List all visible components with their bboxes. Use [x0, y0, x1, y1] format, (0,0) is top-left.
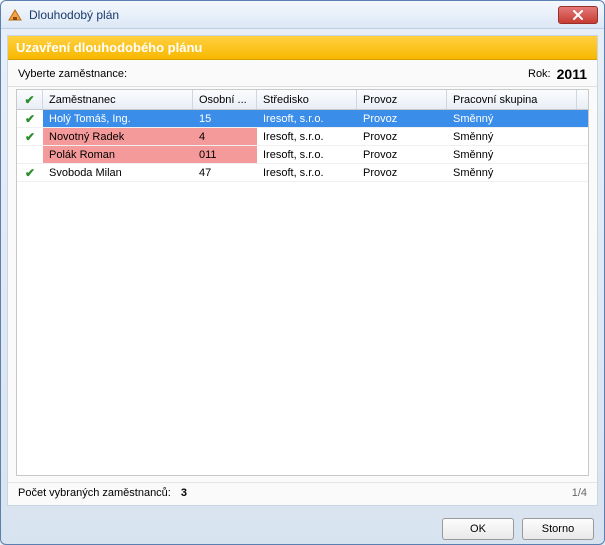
- ok-button[interactable]: OK: [442, 518, 514, 540]
- row-checkbox[interactable]: ✔: [17, 164, 43, 181]
- col-check[interactable]: ✔: [17, 90, 43, 109]
- cell-operation: Provoz: [357, 110, 447, 127]
- cell-operation: Provoz: [357, 164, 447, 181]
- cell-center: Iresoft, s.r.o.: [257, 110, 357, 127]
- cell-center: Iresoft, s.r.o.: [257, 128, 357, 145]
- close-icon: [573, 10, 583, 20]
- select-label: Vyberte zaměstnance:: [18, 68, 528, 80]
- employee-grid: ✔ Zaměstnanec Osobní ... Středisko Provo…: [16, 89, 589, 476]
- button-bar: OK Storno: [1, 512, 604, 544]
- cell-name: Novotný Radek: [43, 128, 193, 145]
- col-pers[interactable]: Osobní ...: [193, 90, 257, 109]
- row-checkbox[interactable]: [17, 146, 43, 163]
- cell-workgroup: Směnný: [447, 110, 577, 127]
- row-checkbox[interactable]: ✔: [17, 110, 43, 127]
- check-icon: ✔: [25, 110, 35, 127]
- year-value: 2011: [557, 66, 587, 82]
- cell-workgroup: Směnný: [447, 164, 577, 181]
- cell-personal-number: 4: [193, 128, 257, 145]
- dialog-window: Dlouhodobý plán Uzavření dlouhodobého pl…: [0, 0, 605, 545]
- table-row[interactable]: ✔ Novotný Radek4Iresoft, s.r.o.ProvozSměn…: [17, 128, 588, 146]
- row-checkbox[interactable]: ✔: [17, 128, 43, 145]
- cell-workgroup: Směnný: [447, 128, 577, 145]
- selected-count-label: Počet vybraných zaměstnanců:: [18, 487, 171, 499]
- col-name[interactable]: Zaměstnanec: [43, 90, 193, 109]
- grid-body[interactable]: ✔Holý Tomáš, Ing.15Iresoft, s.r.o.Provoz…: [17, 110, 588, 475]
- titlebar[interactable]: Dlouhodobý plán: [1, 1, 604, 29]
- select-row: Vyberte zaměstnance: Rok: 2011: [8, 60, 597, 87]
- cell-operation: Provoz: [357, 128, 447, 145]
- year-label: Rok:: [528, 68, 551, 80]
- check-icon: ✔: [25, 164, 35, 181]
- check-icon: ✔: [25, 128, 35, 145]
- cell-workgroup: Směnný: [447, 146, 577, 163]
- table-row[interactable]: Polák Roman011Iresoft, s.r.o.ProvozSměnn…: [17, 146, 588, 164]
- cell-personal-number: 15: [193, 110, 257, 127]
- cancel-button[interactable]: Storno: [522, 518, 594, 540]
- cell-center: Iresoft, s.r.o.: [257, 164, 357, 181]
- window-title: Dlouhodobý plán: [29, 8, 558, 22]
- col-stred[interactable]: Středisko: [257, 90, 357, 109]
- grid-footer: Počet vybraných zaměstnanců: 3 1/4: [8, 482, 597, 505]
- cell-personal-number: 47: [193, 164, 257, 181]
- grid-header: ✔ Zaměstnanec Osobní ... Středisko Provo…: [17, 90, 588, 110]
- check-icon: ✔: [24, 93, 34, 107]
- banner-title: Uzavření dlouhodobého plánu: [8, 36, 597, 60]
- table-row[interactable]: ✔ Svoboda Milan47Iresoft, s.r.o.ProvozSmě…: [17, 164, 588, 182]
- selected-count-value: 3: [181, 487, 187, 499]
- col-prov[interactable]: Provoz: [357, 90, 447, 109]
- cell-center: Iresoft, s.r.o.: [257, 146, 357, 163]
- dialog-body: Uzavření dlouhodobého plánu Vyberte zamě…: [7, 35, 598, 506]
- cell-name: Holý Tomáš, Ing.: [43, 110, 193, 127]
- cell-name: Svoboda Milan: [43, 164, 193, 181]
- close-button[interactable]: [558, 6, 598, 24]
- cell-operation: Provoz: [357, 146, 447, 163]
- app-icon: [7, 7, 23, 23]
- cell-name: Polák Roman: [43, 146, 193, 163]
- table-row[interactable]: ✔ Holý Tomáš, Ing.15Iresoft, s.r.o.Provoz…: [17, 110, 588, 128]
- col-skup[interactable]: Pracovní skupina: [447, 90, 577, 109]
- page-indicator: 1/4: [572, 487, 587, 499]
- cell-personal-number: 011: [193, 146, 257, 163]
